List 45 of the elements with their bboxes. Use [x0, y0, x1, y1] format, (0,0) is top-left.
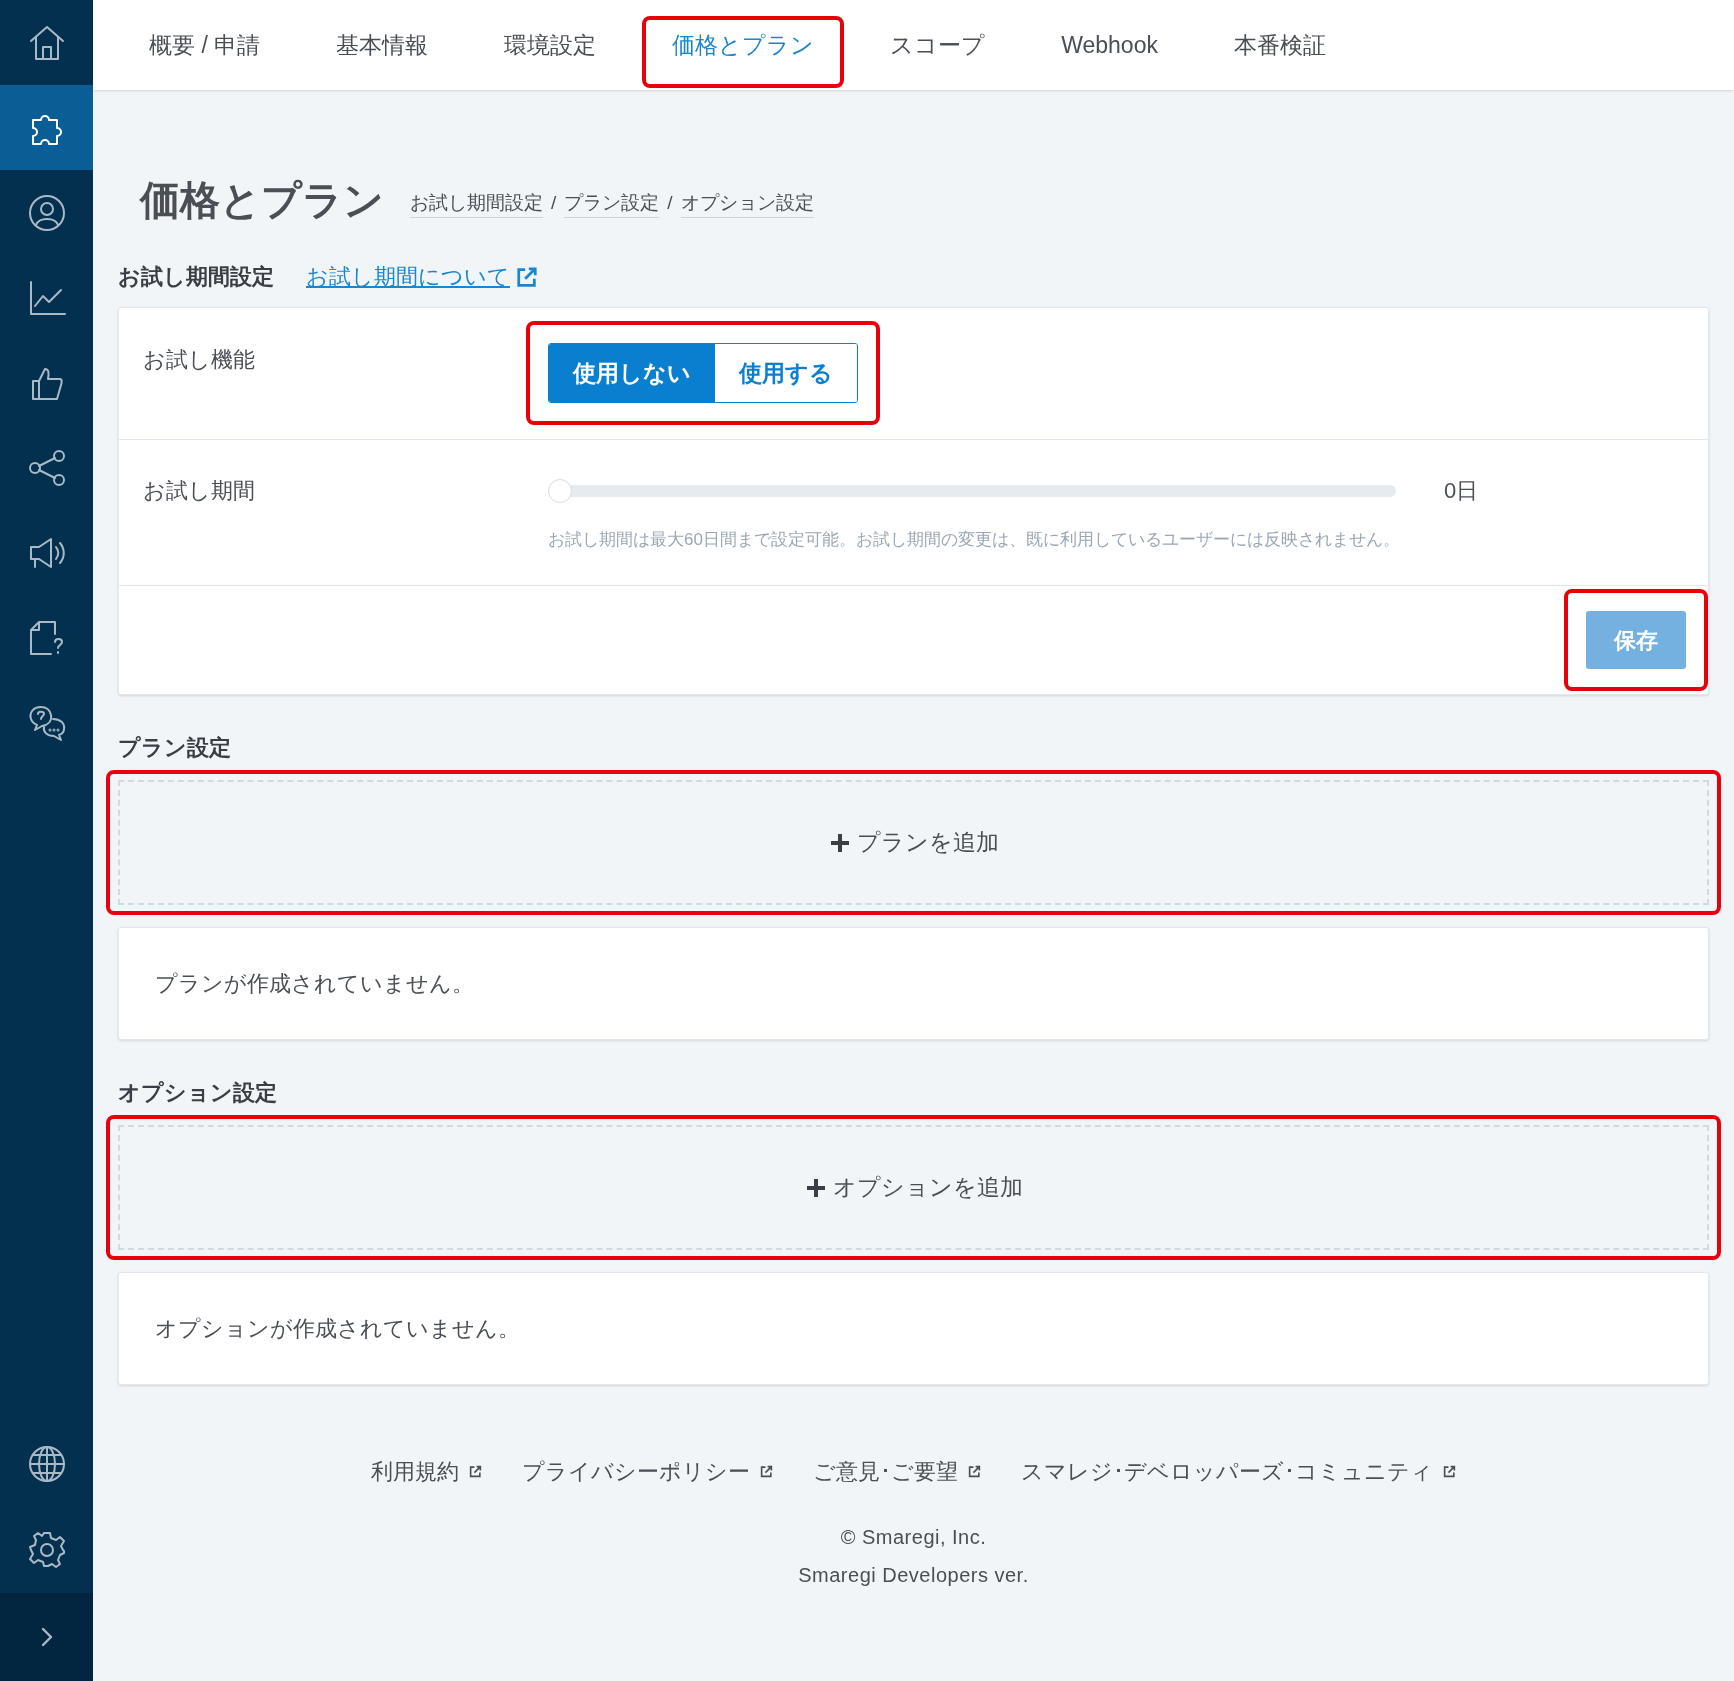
hint-text: お試し期間は最大60日間まで設定可能。お試し期間の変更は、既に利用しているユーザーには反映されません。	[548, 529, 1401, 551]
share-icon[interactable]	[26, 447, 67, 488]
separator-text: /	[551, 191, 557, 215]
version-text: Smaregi Developers ver.	[798, 1563, 1029, 1588]
globe-icon[interactable]	[26, 1444, 67, 1484]
tab[interactable]: 本番検証	[1197, 0, 1362, 90]
add-button[interactable]: オプションを追加	[118, 1125, 1709, 1250]
section-heading: プラン設定	[118, 734, 232, 762]
external-link-icon	[760, 1465, 773, 1478]
empty-message: オプションが作成されていません。	[155, 1315, 520, 1343]
plus-icon	[828, 831, 851, 854]
separator-text: /	[667, 191, 673, 215]
external-link-icon	[469, 1465, 482, 1478]
anchor-link[interactable]: お試し期間設定	[410, 188, 543, 218]
field-label: お試し機能	[143, 346, 256, 374]
slider-value: 0日	[1444, 477, 1479, 505]
section-heading: オプション設定	[118, 1079, 278, 1107]
external-link-icon	[516, 265, 538, 288]
footer-link[interactable]: ご意見･ご要望	[813, 1455, 981, 1488]
anchor-link[interactable]: オプション設定	[680, 188, 814, 218]
footer-link[interactable]: スマレジ･デベロッパーズ･コミュニティ	[1021, 1455, 1456, 1488]
user-icon[interactable]	[26, 192, 67, 233]
footer-link[interactable]: プライバシーポリシー	[522, 1455, 773, 1488]
add-button[interactable]: プランを追加	[118, 780, 1709, 905]
anchor-link[interactable]: プラン設定	[564, 188, 660, 218]
page-title: 価格とプラン	[140, 180, 384, 220]
external-link-icon	[968, 1465, 981, 1478]
help-link[interactable]: お試し期間について	[306, 260, 538, 293]
settings-icon[interactable]	[26, 1530, 67, 1570]
copyright-text: © Smaregi, Inc.	[840, 1525, 987, 1550]
empty-message: プランが作成されていません。	[155, 970, 474, 998]
tab[interactable]: 概要 / 申請	[113, 0, 297, 90]
tab[interactable]: 基本情報	[300, 0, 465, 90]
footer-link[interactable]: 利用規約	[371, 1455, 482, 1488]
toggle-option[interactable]: 使用しない	[549, 344, 715, 402]
sidebar-item-selected[interactable]	[0, 85, 93, 170]
tab[interactable]: 価格とプラン	[636, 0, 851, 90]
tab[interactable]: スコープ	[854, 0, 1022, 90]
external-link-icon	[1443, 1465, 1456, 1478]
section-heading: お試し期間設定	[118, 263, 274, 291]
tab[interactable]: 環境設定	[468, 0, 633, 90]
plus-icon	[804, 1176, 827, 1199]
slider-thumb[interactable]	[548, 478, 572, 503]
field-label: お試し期間	[143, 477, 256, 505]
tab[interactable]: Webhook	[1025, 0, 1194, 90]
